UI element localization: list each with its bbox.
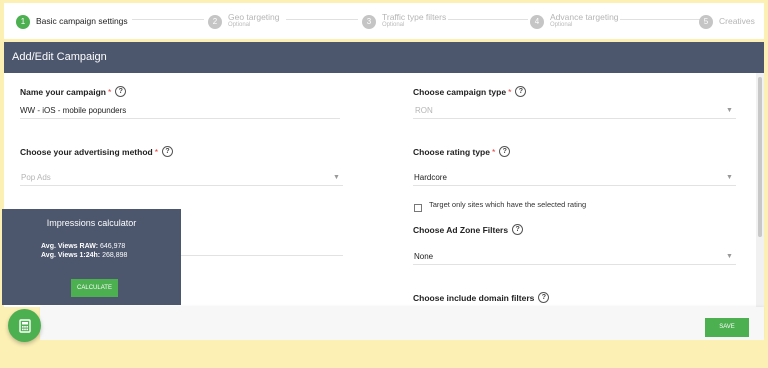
- step-number: 5: [699, 15, 713, 29]
- calculator-fab[interactable]: [8, 309, 41, 342]
- save-button[interactable]: SAVE: [705, 318, 749, 337]
- label-text: Name your campaign: [20, 86, 106, 97]
- label-text: Choose campaign type: [413, 86, 507, 97]
- domain-filters-label: Choose include domain filters ?: [413, 292, 550, 303]
- step-connector: [448, 19, 528, 20]
- target-only-checkbox[interactable]: [414, 204, 422, 212]
- step-connector: [620, 19, 700, 20]
- step-number: 2: [208, 15, 222, 29]
- step-subtitle: Optional: [550, 22, 573, 28]
- calculate-button[interactable]: CALCULATE: [71, 279, 118, 297]
- help-circle-icon[interactable]: ?: [499, 146, 511, 157]
- step-advance-targeting[interactable]: 4 Advance targeting Optional: [530, 12, 619, 29]
- step-number: 4: [530, 15, 544, 29]
- label-text: Choose rating type: [413, 146, 490, 157]
- avg-views-24h-label: Avg. Views 1:24h:: [41, 252, 101, 259]
- ad-method-label: Choose your advertising method * ?: [20, 146, 174, 157]
- step-title: Traffic type filters: [382, 12, 447, 22]
- step-title: Advance targeting: [550, 12, 619, 22]
- calculator-title: Impressions calculator: [46, 218, 137, 228]
- select-underline: [413, 185, 736, 186]
- scrollbar[interactable]: [756, 73, 764, 307]
- rating-type-select[interactable]: Hardcore: [414, 173, 447, 182]
- select-underline: [413, 118, 736, 119]
- ad-zone-label: Choose Ad Zone Filters ?: [413, 224, 524, 235]
- avg-views-raw-value: 646,978: [100, 243, 126, 250]
- campaign-name-input[interactable]: WW - iOS - mobile popunders: [20, 106, 126, 115]
- step-number: 1: [16, 15, 30, 29]
- ad-method-select[interactable]: Pop Ads: [21, 173, 51, 182]
- required-marker: *: [508, 86, 512, 97]
- scrollbar-thumb[interactable]: [758, 77, 762, 237]
- panel-title: Add/Edit Campaign: [4, 42, 764, 73]
- select-underline: [413, 264, 736, 265]
- step-geo-targeting[interactable]: 2 Geo targeting Optional: [208, 12, 280, 29]
- campaign-name-label: Name your campaign * ?: [20, 86, 127, 97]
- caret-down-icon[interactable]: ▼: [726, 174, 733, 181]
- help-circle-icon[interactable]: ?: [515, 86, 527, 97]
- step-connector: [286, 19, 358, 20]
- step-title: Basic campaign settings: [36, 16, 128, 26]
- avg-views-24h: Avg. Views 1:24h: 268,898: [41, 252, 127, 259]
- step-creatives[interactable]: 5 Creatives: [699, 12, 755, 29]
- calculator-icon: [18, 319, 31, 333]
- impressions-calculator: Impressions calculator Avg. Views RAW: 6…: [2, 209, 181, 305]
- caret-down-icon[interactable]: ▼: [726, 107, 733, 114]
- avg-views-raw: Avg. Views RAW: 646,978: [41, 243, 125, 250]
- help-circle-icon[interactable]: ?: [115, 86, 127, 97]
- campaign-type-select[interactable]: RON: [415, 106, 433, 115]
- help-circle-icon[interactable]: ?: [512, 224, 524, 235]
- input-underline: [181, 255, 343, 256]
- caret-down-icon[interactable]: ▼: [333, 174, 340, 181]
- action-bar: [40, 307, 764, 340]
- required-marker: *: [107, 86, 112, 97]
- select-underline: [20, 185, 343, 186]
- target-only-label: Target only sites which have the selecte…: [429, 200, 587, 209]
- step-subtitle: Optional: [382, 22, 405, 28]
- step-title: Geo targeting: [228, 12, 280, 22]
- caret-down-icon[interactable]: ▼: [726, 253, 733, 260]
- rating-type-label: Choose rating type * ?: [413, 146, 511, 157]
- avg-views-raw-label: Avg. Views RAW:: [41, 243, 99, 250]
- help-circle-icon[interactable]: ?: [162, 146, 174, 157]
- required-marker: *: [154, 146, 159, 157]
- required-marker: *: [491, 146, 496, 157]
- help-circle-icon[interactable]: ?: [538, 292, 550, 303]
- campaign-type-label: Choose campaign type * ?: [413, 86, 527, 97]
- wizard-stepper: 1 Basic campaign settings 2 Geo targetin…: [4, 3, 764, 39]
- label-text: Choose your advertising method: [20, 146, 153, 157]
- ad-zone-select[interactable]: None: [414, 252, 433, 261]
- avg-views-24h-value: 268,898: [102, 252, 128, 259]
- step-subtitle: Optional: [228, 22, 251, 28]
- label-text: Choose include domain filters: [413, 292, 535, 303]
- label-text: Choose Ad Zone Filters: [413, 224, 509, 235]
- step-connector: [132, 19, 204, 20]
- input-underline: [20, 118, 340, 119]
- step-traffic-filters[interactable]: 3 Traffic type filters Optional: [362, 12, 446, 29]
- step-basic-settings[interactable]: 1 Basic campaign settings: [16, 12, 128, 29]
- step-number: 3: [362, 15, 376, 29]
- step-title: Creatives: [719, 16, 755, 26]
